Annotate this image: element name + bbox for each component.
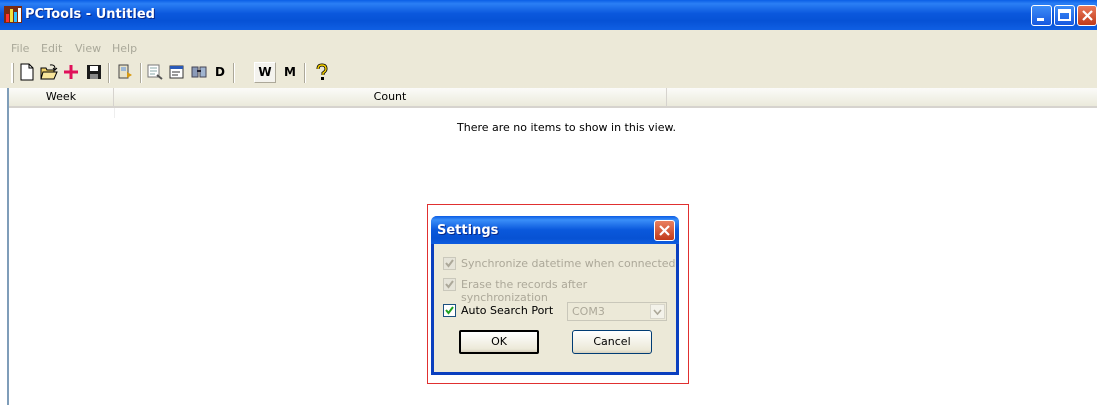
erase-records-checkbox[interactable] bbox=[443, 278, 456, 291]
settings-dialog: Settings Synchronize datetime when conne… bbox=[431, 216, 679, 375]
menu-edit[interactable]: Edit bbox=[41, 42, 62, 55]
maximize-icon bbox=[1058, 9, 1071, 21]
device-icon[interactable] bbox=[116, 63, 134, 81]
auto-search-port-checkbox[interactable] bbox=[443, 304, 456, 317]
column-header-week[interactable]: Week bbox=[9, 88, 114, 108]
empty-list-message: There are no items to show in this view. bbox=[457, 121, 676, 134]
open-folder-icon[interactable] bbox=[40, 63, 58, 81]
dialog-title-bar[interactable]: Settings bbox=[431, 216, 679, 244]
port-select-dropdown-button[interactable] bbox=[650, 304, 665, 319]
maximize-button[interactable] bbox=[1054, 5, 1075, 26]
save-disk-icon[interactable] bbox=[85, 63, 103, 81]
cancel-button[interactable]: Cancel bbox=[572, 330, 652, 354]
menu-help[interactable]: Help bbox=[112, 42, 137, 55]
checkmark-icon bbox=[445, 259, 454, 268]
day-view-button[interactable]: D bbox=[215, 65, 225, 79]
column-divider bbox=[114, 108, 115, 118]
menu-bar: File Edit View Help bbox=[0, 30, 1097, 58]
close-icon bbox=[1082, 10, 1093, 21]
column-header-filler bbox=[667, 88, 1097, 108]
title-bar[interactable]: PCTools - Untitled bbox=[0, 0, 1097, 30]
records-icon[interactable] bbox=[146, 63, 164, 81]
app-icon bbox=[4, 6, 22, 23]
checkmark-icon bbox=[445, 280, 454, 289]
menu-file[interactable]: File bbox=[11, 42, 29, 55]
properties-icon[interactable] bbox=[168, 63, 186, 81]
port-select-value: COM3 bbox=[572, 305, 605, 318]
column-header-count[interactable]: Count bbox=[114, 88, 667, 108]
close-window-button[interactable] bbox=[1077, 5, 1097, 26]
checkmark-icon bbox=[445, 306, 454, 315]
minimize-icon bbox=[1037, 18, 1044, 21]
dialog-close-button[interactable] bbox=[654, 220, 675, 241]
toolbar: D W M bbox=[0, 58, 1097, 88]
sync-datetime-checkbox[interactable] bbox=[443, 257, 456, 270]
new-document-icon[interactable] bbox=[18, 63, 36, 81]
transfer-icon[interactable] bbox=[190, 63, 208, 81]
ok-button[interactable]: OK bbox=[459, 330, 539, 354]
window-title: PCTools - Untitled bbox=[25, 7, 155, 22]
auto-search-port-label: Auto Search Port bbox=[461, 304, 554, 317]
close-icon bbox=[659, 225, 670, 236]
help-icon[interactable] bbox=[313, 63, 331, 81]
chevron-down-icon bbox=[653, 309, 662, 316]
minimize-button[interactable] bbox=[1031, 5, 1052, 26]
port-select[interactable]: COM3 bbox=[567, 302, 667, 321]
menu-view[interactable]: View bbox=[75, 42, 101, 55]
sync-datetime-label: Synchronize datetime when connected bbox=[461, 257, 676, 270]
add-plus-icon[interactable] bbox=[62, 63, 80, 81]
month-view-button[interactable]: M bbox=[284, 65, 296, 79]
erase-records-label: Erase the records after synchronization bbox=[461, 278, 588, 304]
dialog-title: Settings bbox=[437, 223, 499, 238]
week-view-button[interactable]: W bbox=[254, 62, 276, 83]
